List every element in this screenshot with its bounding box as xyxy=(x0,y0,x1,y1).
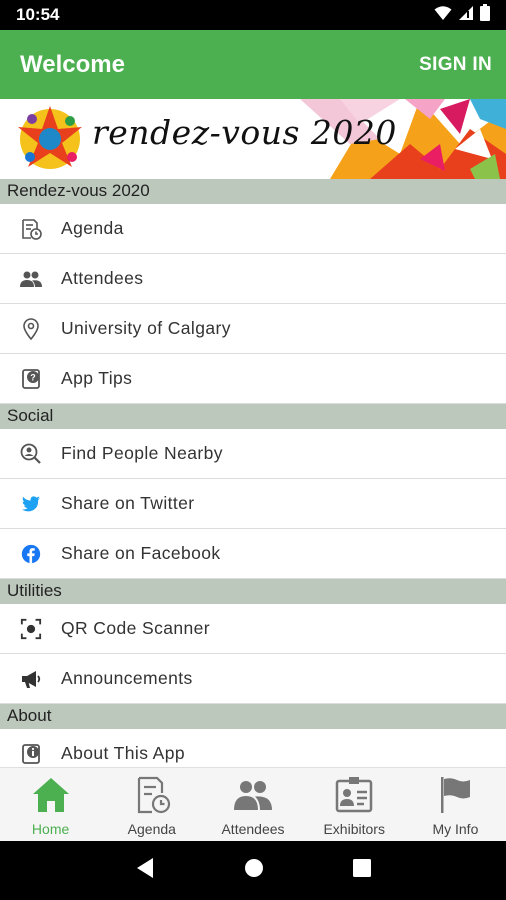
bottom-navigation: Home Agenda Attendees Exhibitors My Info xyxy=(0,767,506,841)
banner-title: rendez-vous 2020 xyxy=(92,113,397,152)
facebook-icon xyxy=(19,542,43,566)
nav-label: My Info xyxy=(432,821,479,837)
info-icon xyxy=(19,742,43,766)
menu-item-label: Agenda xyxy=(61,218,124,238)
menu-item-label: About This App xyxy=(61,743,185,763)
app-title: Welcome xyxy=(20,50,125,78)
qr-scanner-icon xyxy=(19,617,43,641)
menu-item-label: Share on Facebook xyxy=(61,543,221,563)
status-icons xyxy=(434,4,490,26)
app-bar: Welcome SIGN IN xyxy=(0,30,506,99)
nav-label: Attendees xyxy=(221,821,285,837)
nav-agenda[interactable]: Agenda xyxy=(101,768,202,841)
menu-item-app-tips[interactable]: ? App Tips xyxy=(0,354,506,404)
cell-signal-icon xyxy=(458,5,474,26)
menu-item-share-on-twitter[interactable]: Share on Twitter xyxy=(0,479,506,529)
section-header-rendez-vous: Rendez-vous 2020 xyxy=(0,179,506,204)
event-banner: rendez-vous 2020 xyxy=(0,99,506,179)
menu-item-attendees[interactable]: Attendees xyxy=(0,254,506,304)
status-bar: 10:54 xyxy=(0,0,506,30)
nav-label: Agenda xyxy=(127,821,176,837)
nav-attendees[interactable]: Attendees xyxy=(202,768,303,841)
nav-label: Home xyxy=(31,821,70,837)
section-header-about: About xyxy=(0,704,506,729)
attendees-icon xyxy=(19,267,43,291)
megaphone-icon xyxy=(19,667,43,691)
menu-item-qr-code-scanner[interactable]: QR Code Scanner xyxy=(0,604,506,654)
event-logo xyxy=(18,106,82,169)
menu-item-find-people-nearby[interactable]: Find People Nearby xyxy=(0,429,506,479)
menu-item-label: Share on Twitter xyxy=(61,493,195,513)
menu-item-label: Announcements xyxy=(61,668,193,688)
home-circle-icon[interactable] xyxy=(244,858,264,883)
menu-item-label: App Tips xyxy=(61,368,133,388)
system-navigation-bar xyxy=(0,841,506,900)
menu-item-share-on-facebook[interactable]: Share on Facebook xyxy=(0,529,506,579)
find-people-icon xyxy=(19,442,43,466)
menu-item-label: Find People Nearby xyxy=(61,443,223,463)
battery-icon xyxy=(480,4,490,26)
agenda-icon xyxy=(132,775,172,815)
section-header-social: Social xyxy=(0,404,506,429)
menu-list: Rendez-vous 2020 Agenda Attendees Univer… xyxy=(0,179,506,767)
section-header-utilities: Utilities xyxy=(0,579,506,604)
back-icon[interactable] xyxy=(135,857,155,884)
nav-exhibitors[interactable]: Exhibitors xyxy=(304,768,405,841)
nav-my-info[interactable]: My Info xyxy=(405,768,506,841)
twitter-icon xyxy=(19,492,43,516)
location-pin-icon xyxy=(19,317,43,341)
agenda-icon xyxy=(19,217,43,241)
menu-item-announcements[interactable]: Announcements xyxy=(0,654,506,704)
menu-item-agenda[interactable]: Agenda xyxy=(0,204,506,254)
status-time: 10:54 xyxy=(16,5,60,24)
menu-item-university-of-calgary[interactable]: University of Calgary xyxy=(0,304,506,354)
wifi-icon xyxy=(434,5,452,26)
exhibitors-icon xyxy=(334,775,374,815)
svg-text:?: ? xyxy=(30,372,36,382)
nav-label: Exhibitors xyxy=(323,821,385,837)
recents-icon[interactable] xyxy=(353,859,372,882)
menu-item-label: University of Calgary xyxy=(61,318,231,338)
menu-item-label: Attendees xyxy=(61,268,144,288)
attendees-icon xyxy=(233,775,273,815)
sign-in-button[interactable]: SIGN IN xyxy=(419,54,492,76)
menu-item-about-this-app[interactable]: About This App xyxy=(0,729,506,767)
home-icon xyxy=(31,775,71,815)
nav-home[interactable]: Home xyxy=(0,768,101,841)
app-tips-icon: ? xyxy=(19,367,43,391)
menu-item-label: QR Code Scanner xyxy=(61,618,210,638)
flag-icon xyxy=(435,775,475,815)
